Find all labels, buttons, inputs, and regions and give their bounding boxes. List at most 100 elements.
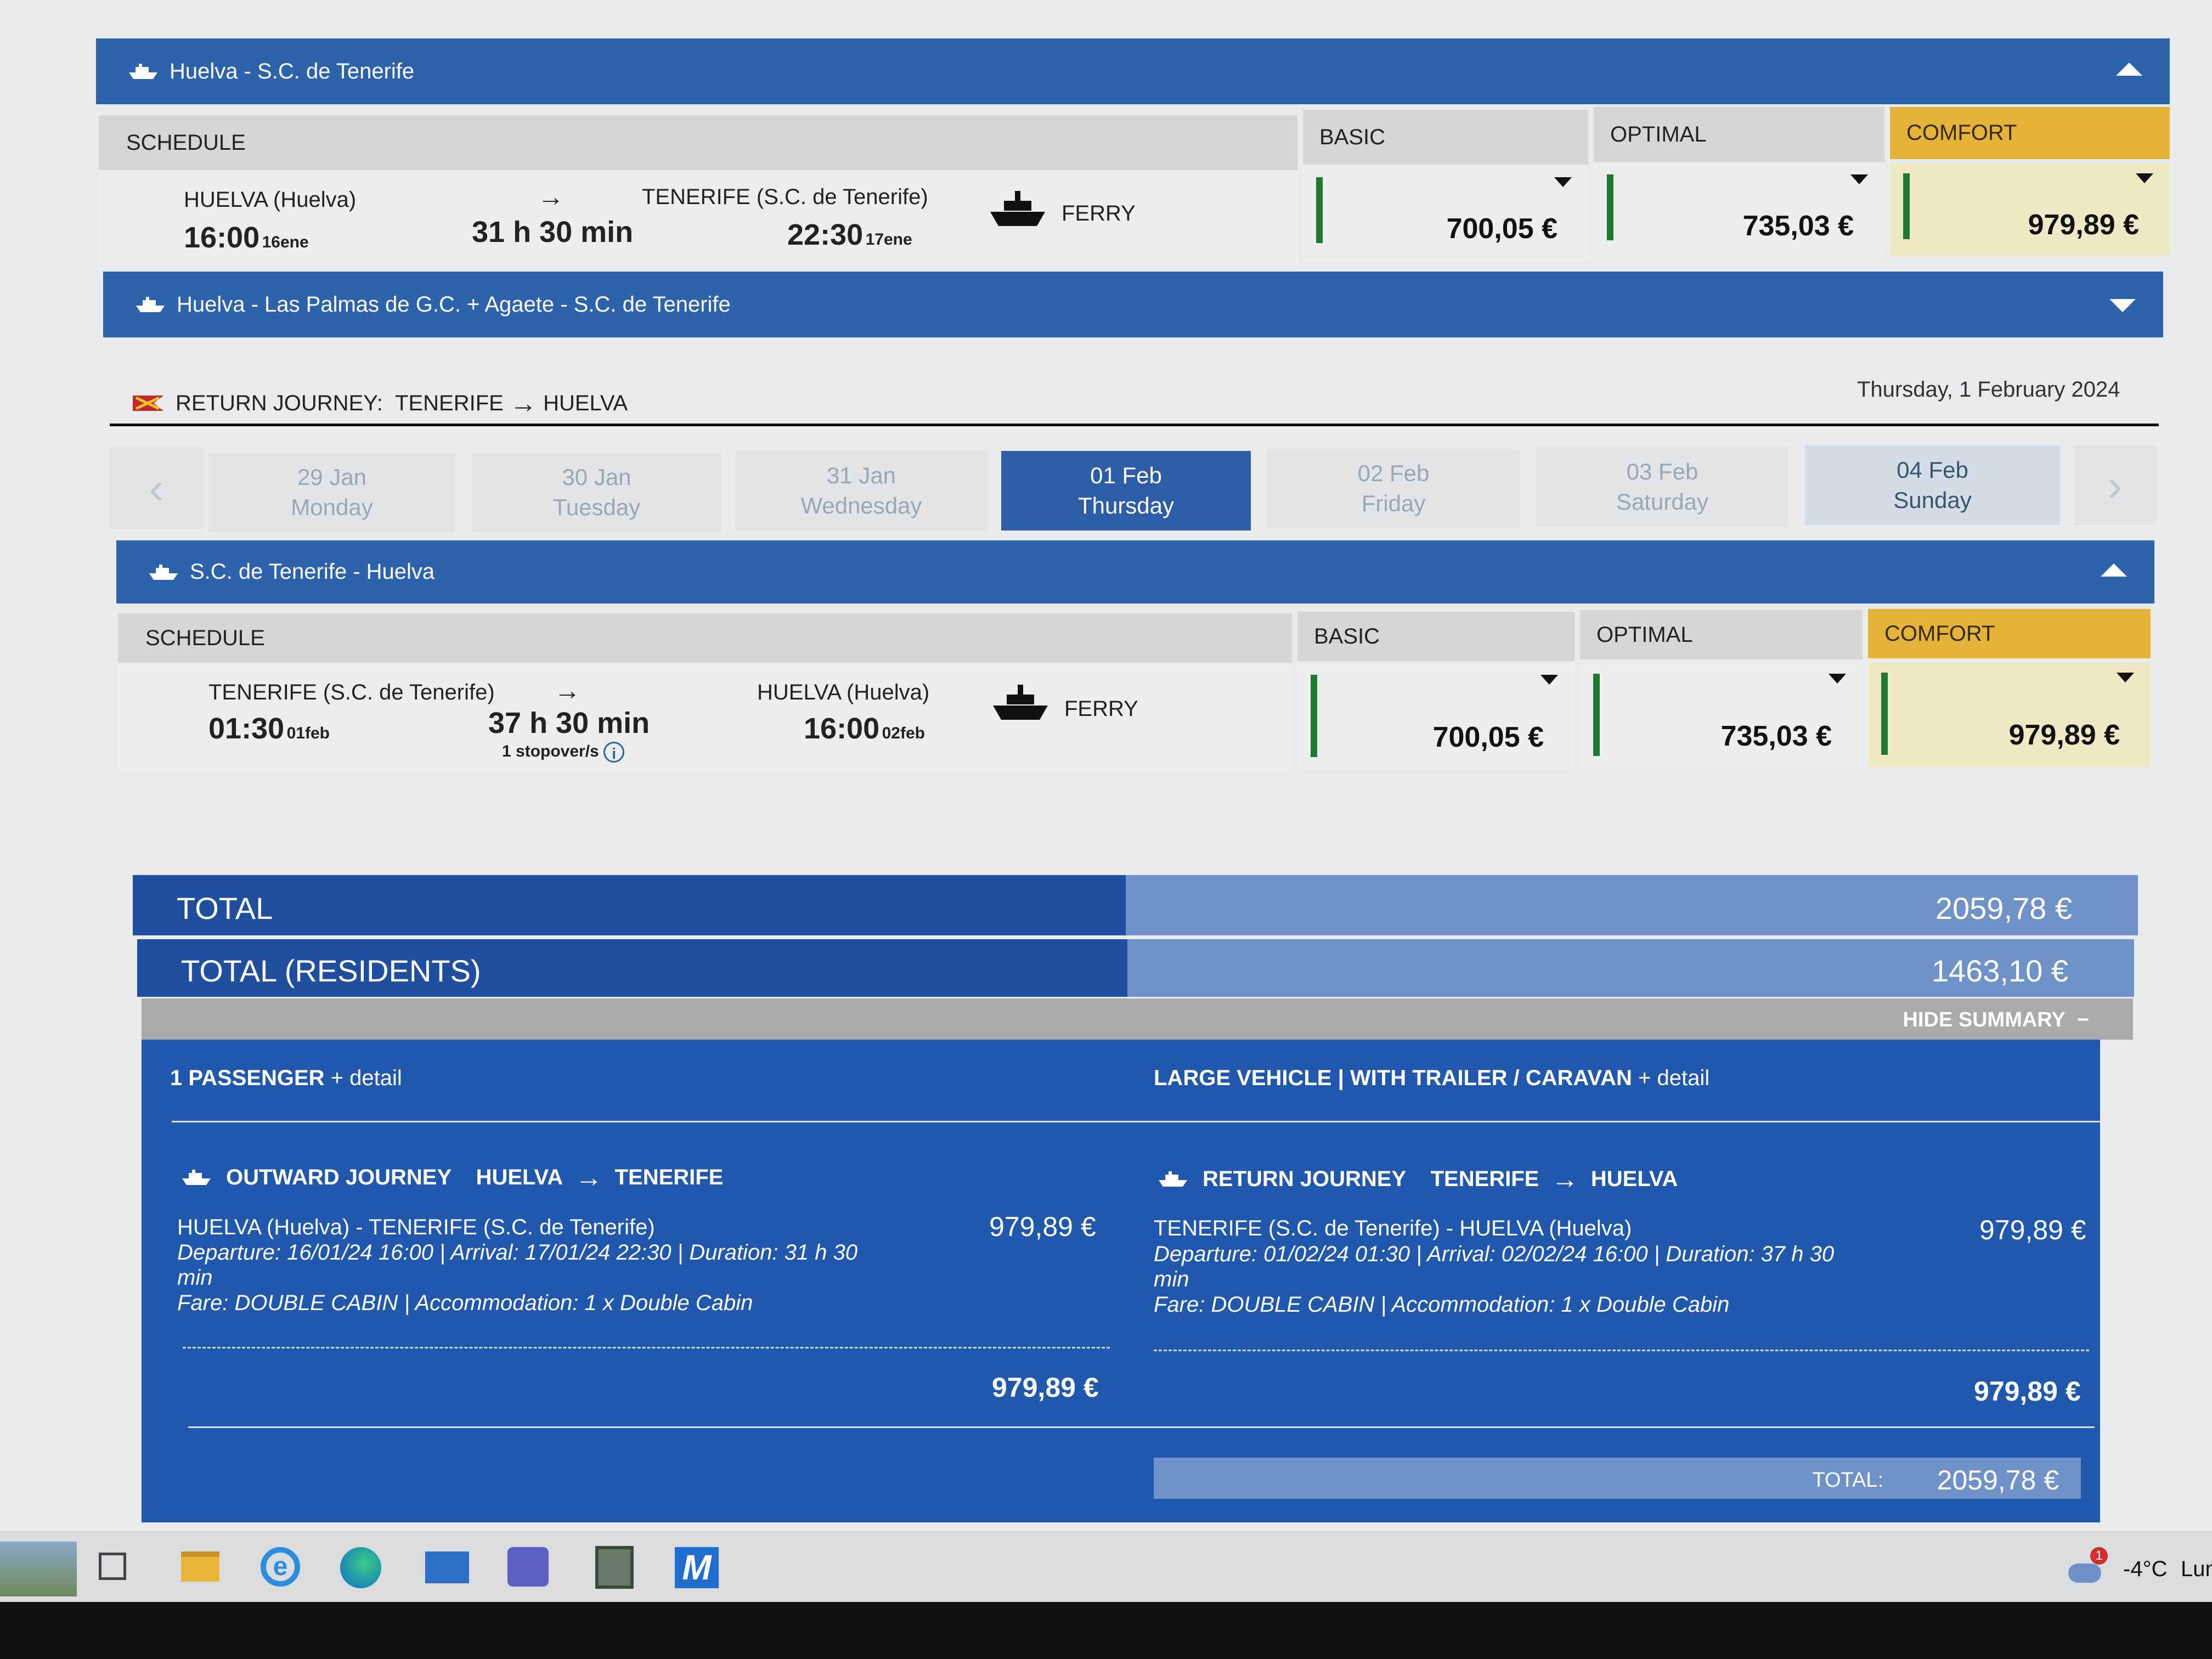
date-tab-29-jan[interactable]: 29 Jan Monday bbox=[208, 453, 455, 532]
alternate-route-title: Huelva - Las Palmas de G.C. + Agaete - S… bbox=[177, 292, 731, 317]
vessel-type: FERRY bbox=[1064, 697, 1138, 721]
mail-icon[interactable] bbox=[425, 1551, 469, 1583]
comfort-header: COMFORT bbox=[1868, 609, 2151, 658]
arrow-right-icon: → bbox=[1551, 1164, 1579, 1194]
grand-total-bar: TOTAL: 2059,78 € bbox=[1154, 1458, 2081, 1499]
ship-icon bbox=[136, 297, 165, 312]
availability-indicator bbox=[1607, 174, 1613, 240]
ship-icon bbox=[1159, 1171, 1187, 1187]
total-residents-row: TOTAL (RESIDENTS) 1463,10 € bbox=[137, 939, 2134, 997]
date-tab-02-feb[interactable]: 02 Feb Friday bbox=[1267, 449, 1520, 528]
departure-place: TENERIFE (S.C. de Tenerife) bbox=[208, 680, 495, 704]
date-tab-31-jan[interactable]: 31 Jan Wednesday bbox=[735, 451, 988, 531]
notification-badge: 1 bbox=[2090, 1547, 2108, 1565]
outward-optimal-fare[interactable]: 735,03 € bbox=[1594, 165, 1884, 258]
arrival-time: 22:30 17ene bbox=[787, 218, 912, 251]
return-route-bar[interactable]: S.C. de Tenerife - Huelva bbox=[116, 540, 2154, 603]
date-tab-30-jan[interactable]: 30 Jan Tuesday bbox=[472, 453, 721, 532]
app-m-icon[interactable]: M bbox=[675, 1547, 719, 1588]
calculator-icon[interactable] bbox=[595, 1546, 634, 1589]
outward-dashed-divider bbox=[183, 1347, 1110, 1348]
monitor-bezel bbox=[0, 1602, 2212, 1659]
schedule-header: SCHEDULE bbox=[118, 613, 1292, 663]
comfort-price: 979,89 € bbox=[2028, 209, 2139, 241]
hide-summary-button[interactable]: HIDE SUMMARY − bbox=[1903, 1008, 2089, 1032]
summary-divider bbox=[172, 1121, 2100, 1122]
arrow-right-icon: → bbox=[509, 388, 537, 419]
basic-price: 700,05 € bbox=[1446, 213, 1558, 245]
return-optimal-fare[interactable]: 735,03 € bbox=[1580, 664, 1863, 768]
dropdown-arrow-icon[interactable] bbox=[2136, 173, 2153, 183]
weather-temperature: -4°C bbox=[2123, 1557, 2168, 1581]
departure-time: 01:30 01feb bbox=[208, 712, 330, 745]
taskbar: e M 1 -4°C Lun bbox=[0, 1531, 2212, 1602]
return-basic-fare[interactable]: 700,05 € bbox=[1297, 665, 1575, 769]
next-dates-button[interactable]: › bbox=[2074, 445, 2156, 525]
grand-total-label: TOTAL: bbox=[1812, 1469, 1883, 1492]
departure-place: HUELVA (Huelva) bbox=[184, 188, 357, 212]
date-tab-04-feb[interactable]: 04 Feb Sunday bbox=[1805, 445, 2060, 525]
vehicle-info[interactable]: LARGE VEHICLE | WITH TRAILER / CARAVAN +… bbox=[1154, 1066, 1709, 1091]
info-icon[interactable]: i bbox=[603, 742, 625, 763]
grand-total-value: 2059,78 € bbox=[1937, 1465, 2059, 1496]
arrival-place: HUELVA (Huelva) bbox=[757, 680, 930, 704]
outward-summary-title: OUTWARD JOURNEY HUELVA → TENERIFE bbox=[180, 1161, 723, 1193]
total-value: 2059,78 € bbox=[1935, 891, 2072, 926]
availability-indicator bbox=[1881, 673, 1888, 755]
total-residents-label: TOTAL (RESIDENTS) bbox=[181, 953, 481, 988]
availability-indicator bbox=[1903, 173, 1910, 239]
return-details: Departure: 01/02/24 01:30 | Arrival: 02/… bbox=[1154, 1242, 1835, 1317]
minus-icon: − bbox=[2076, 1008, 2089, 1031]
date-tab-03-feb[interactable]: 03 Feb Saturday bbox=[1536, 447, 1788, 527]
return-summary-title: RETURN JOURNEY TENERIFE → HUELVA bbox=[1156, 1163, 1678, 1195]
basic-header: BASIC bbox=[1297, 612, 1575, 661]
duration: 37 h 30 min bbox=[488, 707, 650, 740]
return-comfort-fare[interactable]: 979,89 € bbox=[1868, 663, 2151, 767]
ship-icon bbox=[182, 1170, 211, 1185]
return-schedule-row[interactable]: TENERIFE (S.C. de Tenerife) 01:30 01feb … bbox=[118, 665, 1292, 772]
date-tab-01-feb[interactable]: 01 Feb Thursday bbox=[1001, 451, 1251, 531]
availability-indicator bbox=[1316, 177, 1323, 243]
prev-dates-button[interactable]: ‹ bbox=[110, 447, 203, 529]
hide-summary-bar[interactable]: HIDE SUMMARY − bbox=[142, 998, 2133, 1040]
outward-basic-fare[interactable]: 700,05 € bbox=[1303, 167, 1588, 261]
return-route: TENERIFE (S.C. de Tenerife) - HUELVA (Hu… bbox=[1154, 1216, 1632, 1240]
comfort-header: COMFORT bbox=[1890, 107, 2170, 159]
availability-indicator bbox=[1311, 675, 1317, 757]
clock-day: Lun bbox=[2181, 1557, 2212, 1581]
ferry-icon bbox=[990, 191, 1045, 226]
passenger-info[interactable]: 1 PASSENGER + detail bbox=[170, 1066, 402, 1091]
teams-icon[interactable] bbox=[507, 1547, 549, 1587]
dropdown-arrow-icon[interactable] bbox=[1829, 674, 1846, 684]
summary-bottom-divider bbox=[188, 1426, 2095, 1428]
weather-icon[interactable]: 1 bbox=[2068, 1547, 2108, 1585]
dropdown-arrow-icon[interactable] bbox=[1850, 174, 1868, 184]
duration: 31 h 30 min bbox=[472, 216, 634, 249]
dropdown-arrow-icon[interactable] bbox=[1554, 177, 1572, 187]
collapse-chevron-icon[interactable] bbox=[2116, 63, 2142, 76]
outward-schedule-row[interactable]: HUELVA (Huelva) 16:00 16ene → 31 h 30 mi… bbox=[99, 171, 1297, 264]
alternate-route-bar[interactable]: Huelva - Las Palmas de G.C. + Agaete - S… bbox=[103, 272, 2163, 337]
ferry-icon bbox=[993, 685, 1048, 720]
edge-browser-icon[interactable] bbox=[340, 1547, 381, 1588]
total-label: TOTAL bbox=[177, 891, 273, 926]
outward-route-title: Huelva - S.C. de Tenerife bbox=[170, 59, 415, 83]
return-price: 979,89 € bbox=[1979, 1215, 2086, 1245]
booking-summary: 1 PASSENGER + detail LARGE VEHICLE | WIT… bbox=[142, 1040, 2100, 1522]
outward-route-bar[interactable]: Huelva - S.C. de Tenerife bbox=[96, 38, 2170, 104]
outward-price: 979,89 € bbox=[989, 1211, 1096, 1242]
task-view-icon[interactable] bbox=[99, 1553, 126, 1580]
outward-comfort-fare[interactable]: 979,89 € bbox=[1890, 163, 2170, 257]
comfort-price: 979,89 € bbox=[2008, 719, 2120, 751]
internet-explorer-icon[interactable]: e bbox=[261, 1547, 300, 1587]
wallpaper-thumbnail[interactable] bbox=[0, 1542, 77, 1596]
dropdown-arrow-icon[interactable] bbox=[2117, 673, 2134, 682]
return-journey-header: RETURN JOURNEY: TENERIFE → HUELVA bbox=[132, 387, 628, 420]
total-row: TOTAL 2059,78 € bbox=[133, 875, 2138, 935]
vessel-type: FERRY bbox=[1062, 201, 1136, 225]
collapse-chevron-icon[interactable] bbox=[2101, 563, 2127, 577]
dropdown-arrow-icon[interactable] bbox=[1541, 675, 1558, 685]
expand-chevron-icon[interactable] bbox=[2109, 299, 2136, 312]
arrival-time: 16:00 02feb bbox=[804, 712, 925, 745]
file-explorer-icon[interactable] bbox=[181, 1551, 219, 1582]
